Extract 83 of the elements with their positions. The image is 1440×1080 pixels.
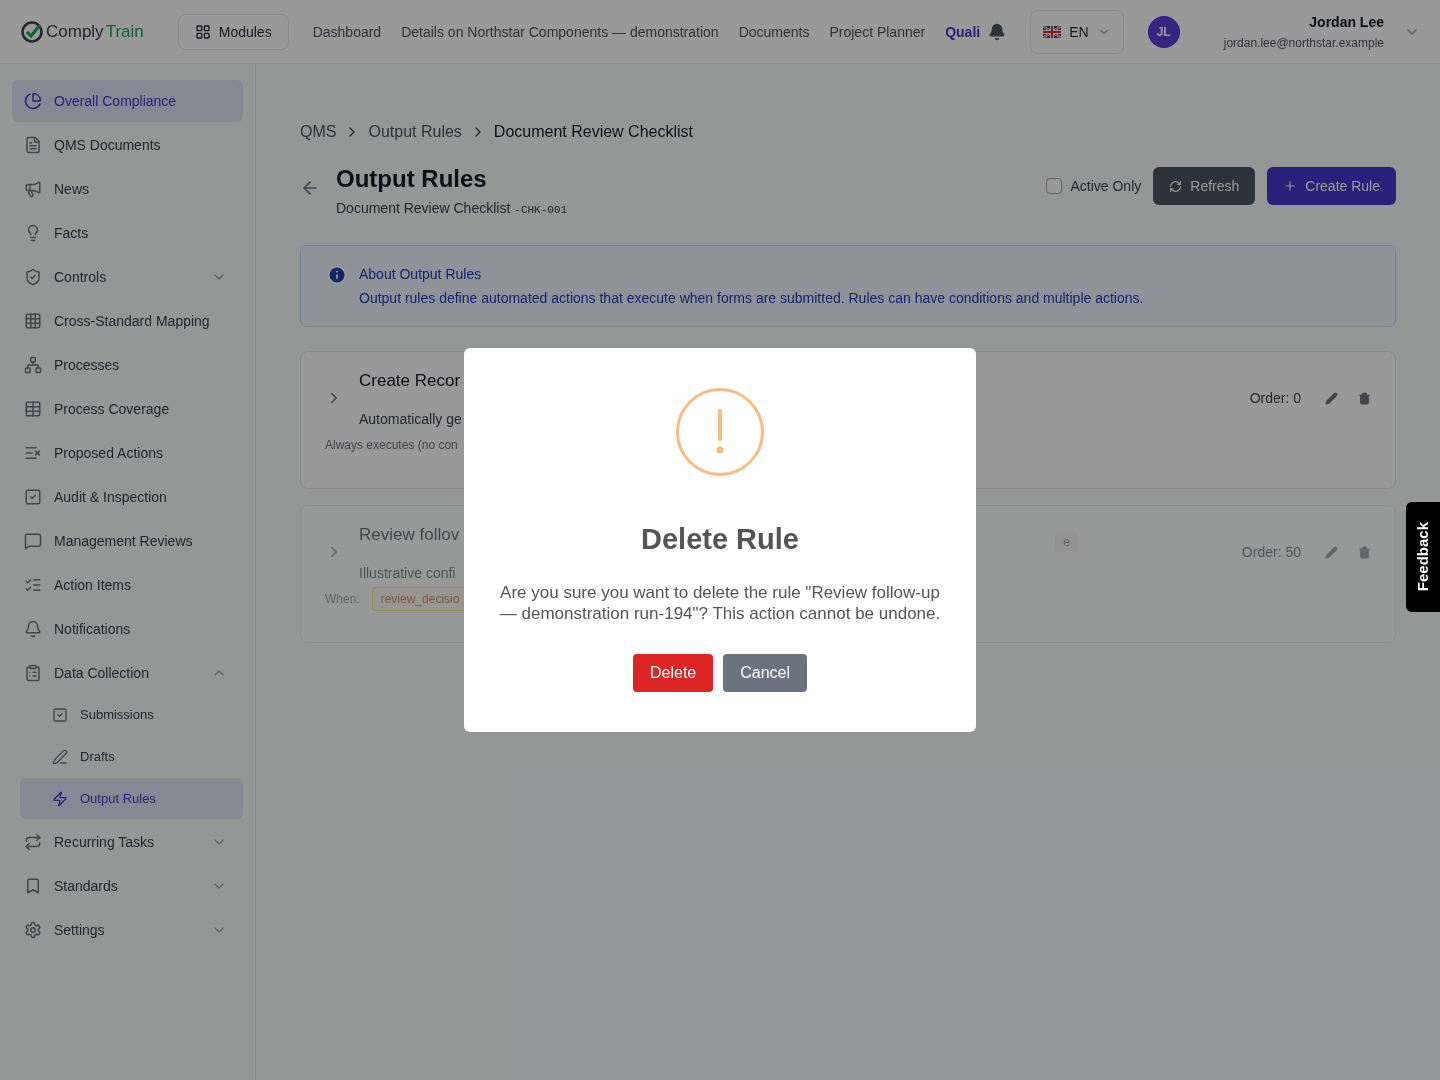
clipboard-icon <box>24 664 42 682</box>
breadcrumb-link[interactable]: QMS <box>300 120 337 144</box>
chat-icon <box>24 532 42 550</box>
user-email: jordan.lee@northstar.example <box>1223 35 1384 51</box>
sidebar-item[interactable]: Processes <box>12 344 243 386</box>
sidebar-item[interactable]: Cross-Standard Mapping <box>12 300 243 342</box>
sidebar-item[interactable]: Facts <box>12 212 243 254</box>
shield-icon <box>24 268 42 286</box>
user-name: Jordan Lee <box>1309 13 1384 32</box>
sidebar-item[interactable]: News <box>12 168 243 210</box>
rule-order: Order: 0 <box>1249 389 1301 409</box>
nav-link[interactable]: Documents <box>738 21 810 42</box>
sidebar-item[interactable]: Standards <box>12 865 243 907</box>
cancel-button[interactable]: Cancel <box>723 653 808 692</box>
pie-chart-icon <box>24 92 42 110</box>
modules-button[interactable]: Modules <box>177 13 289 50</box>
warning-icon <box>676 388 764 476</box>
sidebar-item[interactable]: Management Reviews <box>12 520 243 562</box>
nav-link[interactable]: Dashboard <box>312 21 382 42</box>
rule-description: Illustrative confi <box>359 564 457 583</box>
rule-order: Order: 50 <box>1241 543 1301 563</box>
pen-icon <box>52 748 68 765</box>
nav-link[interactable]: Quali <box>945 21 981 42</box>
info-title: About Output Rules <box>359 264 483 284</box>
rule-description: Automatically ge <box>359 410 462 429</box>
hierarchy-icon <box>24 356 42 374</box>
refresh-icon <box>1169 179 1183 193</box>
nav-link[interactable]: Project Planner <box>829 21 926 42</box>
sidebar-item[interactable]: Controls <box>12 256 243 298</box>
delete-button[interactable]: Delete <box>632 653 714 692</box>
refresh-button[interactable]: Refresh <box>1153 167 1256 205</box>
delete-icon[interactable] <box>1358 391 1371 405</box>
nav-link[interactable]: Details on Northstar Components — demonstration <box>401 21 719 42</box>
bell-icon[interactable] <box>988 22 1007 41</box>
repeat-icon <box>24 833 42 851</box>
sidebar-item[interactable]: Submissions <box>20 694 243 735</box>
info-text: Output rules define automated actions that execute when forms are submitted. Rules can have conditions and multiple actions. <box>359 288 1144 308</box>
breadcrumb-link[interactable]: Output Rules <box>368 120 462 144</box>
sidebar-item[interactable]: Output Rules <box>20 778 243 819</box>
sidebar-item[interactable]: Data Collection <box>12 652 243 694</box>
bookmark-icon <box>24 877 42 895</box>
sidebar-item[interactable]: QMS Documents <box>12 124 243 166</box>
sidebar-item[interactable]: Notifications <box>12 608 243 650</box>
bell-icon <box>24 620 42 638</box>
info-icon <box>327 264 347 285</box>
uk-flag-icon <box>1043 25 1062 38</box>
edit-icon[interactable] <box>1325 391 1338 405</box>
sidebar-item[interactable]: Drafts <box>20 736 243 777</box>
language-selector[interactable]: EN <box>1030 9 1124 54</box>
logo[interactable]: ComplyTrain <box>20 18 144 45</box>
active-only-checkbox[interactable]: Active Only <box>1046 176 1142 196</box>
table-icon <box>24 400 42 418</box>
rule-condition: Always executes (no con <box>325 437 459 453</box>
lightning-icon <box>52 790 68 807</box>
sidebar-item[interactable]: Overall Compliance <box>12 80 243 122</box>
megaphone-icon <box>24 180 42 198</box>
dialog-title: Delete Rule <box>641 522 799 557</box>
sidebar-item[interactable]: Recurring Tasks <box>12 821 243 863</box>
grid-icon <box>194 23 211 40</box>
create-rule-button[interactable]: Create Rule <box>1267 167 1396 205</box>
page-title: Output Rules <box>336 164 488 194</box>
user-avatar[interactable]: JL <box>1147 15 1180 48</box>
form-code: -CHK-001 <box>514 203 568 218</box>
sidebar-item[interactable]: Proposed Actions <box>12 432 243 474</box>
plus-icon <box>1283 179 1298 193</box>
document-icon <box>24 136 42 154</box>
grid-icon <box>24 312 42 330</box>
rule-title: Review follov <box>359 523 460 546</box>
sidebar-item[interactable]: Action Items <box>12 564 243 606</box>
sidebar-item[interactable]: Audit & Inspection <box>12 476 243 518</box>
settings-icon <box>24 921 42 939</box>
sidebar-item[interactable]: Process Coverage <box>12 388 243 430</box>
feedback-tab[interactable]: Feedback <box>1406 502 1440 612</box>
check-circle-icon <box>20 19 44 44</box>
checkbox-icon <box>24 488 42 506</box>
checklist-icon <box>24 576 42 594</box>
page-subtitle: Document Review Checklist <box>336 199 511 218</box>
list-x-icon <box>24 444 42 462</box>
sidebar-item[interactable]: Settings <box>12 909 243 951</box>
checkbox-icon <box>52 706 68 723</box>
dialog-message: Are you sure you want to delete the rule "Review follow-up — demonstration run-194"? This action cannot be undone. <box>498 581 942 624</box>
breadcrumb-link[interactable]: Document Review Checklist <box>493 120 694 144</box>
rule-title: Create Recor <box>359 369 462 392</box>
